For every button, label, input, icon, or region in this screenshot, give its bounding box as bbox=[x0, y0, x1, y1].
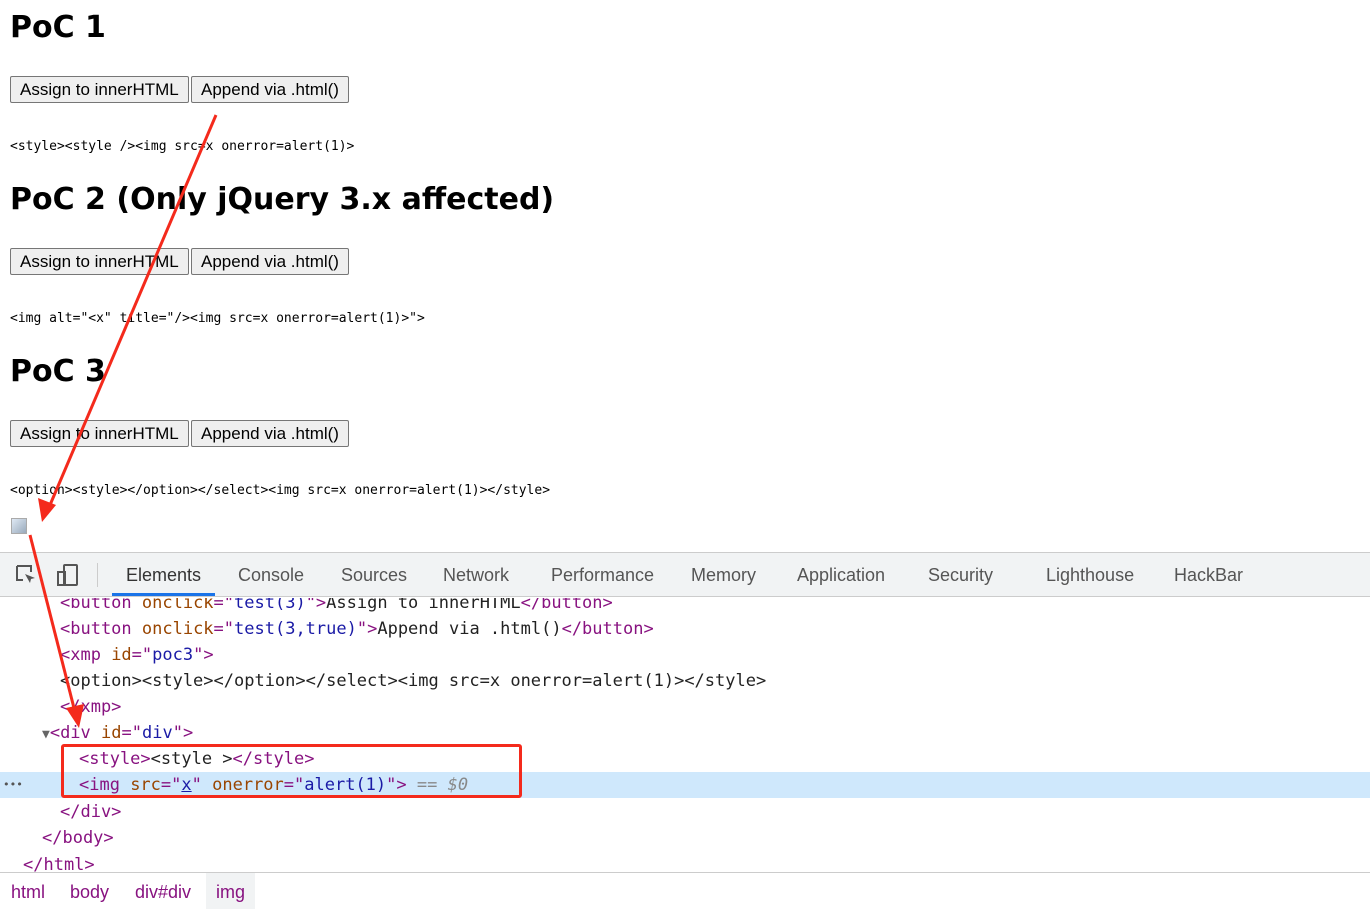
dom-node[interactable]: </xmp> bbox=[0, 694, 1370, 720]
tag: </div> bbox=[60, 802, 122, 822]
breadcrumb-html[interactable]: html bbox=[1, 873, 55, 909]
tag: <xmp bbox=[60, 645, 112, 665]
tab-network[interactable]: Network bbox=[443, 553, 509, 596]
poc3-title: PoC 3 bbox=[10, 354, 106, 389]
tag: </body> bbox=[42, 828, 114, 848]
tab-hackbar[interactable]: HackBar bbox=[1174, 553, 1243, 596]
poc2-payload: <img alt="<x" title="/><img src=x onerro… bbox=[10, 311, 425, 326]
tab-memory[interactable]: Memory bbox=[691, 553, 756, 596]
dom-node[interactable]: <button onclick="test(3,true)">Append vi… bbox=[0, 616, 1370, 642]
attr-name: onclick bbox=[141, 598, 214, 613]
expand-triangle-icon[interactable]: ▼ bbox=[42, 727, 50, 742]
poc1-append-button[interactable]: Append via .html() bbox=[191, 76, 349, 103]
devtools-tab-bar: Elements Console Sources Network Perform… bbox=[0, 553, 1370, 597]
text-node: <option><style></option></select><img sr… bbox=[60, 671, 767, 691]
attr-name: id bbox=[101, 723, 122, 743]
poc1-title: PoC 1 bbox=[10, 10, 106, 45]
breadcrumb-img[interactable]: img bbox=[206, 873, 256, 909]
breadcrumb: html body div#div img bbox=[0, 872, 1370, 909]
inspect-element-icon[interactable] bbox=[14, 563, 38, 587]
tag: </button> bbox=[561, 619, 654, 639]
page-content: PoC 1 Assign to innerHTML Append via .ht… bbox=[0, 0, 1370, 552]
attr-value: test(3) bbox=[234, 598, 306, 613]
poc3-assign-button[interactable]: Assign to innerHTML bbox=[10, 420, 189, 447]
tag: </button> bbox=[520, 598, 613, 613]
dom-node[interactable]: </div> bbox=[0, 799, 1370, 825]
tab-performance[interactable]: Performance bbox=[551, 553, 654, 596]
punct: =" bbox=[121, 723, 142, 743]
tag: <button bbox=[60, 598, 142, 613]
punct: =" bbox=[131, 645, 153, 665]
tab-application[interactable]: Application bbox=[797, 553, 885, 596]
text-node: Append via .html() bbox=[377, 619, 562, 639]
punct: "> bbox=[305, 598, 327, 613]
punct: "> bbox=[356, 619, 378, 639]
tag: </html> bbox=[23, 855, 95, 873]
poc3-payload: <option><style></option></select><img sr… bbox=[10, 483, 551, 498]
dom-tree: <button onclick="test(3)">Assign to inne… bbox=[0, 598, 1370, 873]
dom-node-div[interactable]: ▼<div id="div"> bbox=[0, 720, 1370, 746]
devtools-panel: Elements Console Sources Network Perform… bbox=[0, 552, 1370, 909]
tag: <div bbox=[49, 723, 102, 743]
poc3-append-button[interactable]: Append via .html() bbox=[191, 420, 349, 447]
annotation-highlight-box bbox=[61, 744, 522, 798]
tag: </xmp> bbox=[60, 697, 122, 717]
more-options-icon[interactable]: ••• bbox=[3, 772, 23, 798]
tab-security[interactable]: Security bbox=[928, 553, 993, 596]
attr-name: onclick bbox=[141, 619, 214, 639]
tab-lighthouse[interactable]: Lighthouse bbox=[1046, 553, 1134, 596]
tab-console[interactable]: Console bbox=[238, 553, 304, 596]
punct: =" bbox=[213, 598, 235, 613]
text-node: Assign to innerHTML bbox=[326, 598, 521, 613]
breadcrumb-body[interactable]: body bbox=[60, 873, 119, 909]
punct: "> bbox=[172, 723, 194, 743]
attr-name: id bbox=[111, 645, 132, 665]
tab-elements[interactable]: Elements bbox=[112, 553, 216, 596]
broken-image-icon bbox=[11, 518, 27, 534]
punct: =" bbox=[213, 619, 235, 639]
attr-value: test(3,true) bbox=[234, 619, 357, 639]
poc1-assign-button[interactable]: Assign to innerHTML bbox=[10, 76, 189, 103]
dom-node[interactable]: <xmp id="poc3"> bbox=[0, 642, 1370, 668]
poc1-payload: <style><style /><img src=x onerror=alert… bbox=[10, 139, 355, 154]
dom-text-node[interactable]: <option><style></option></select><img sr… bbox=[0, 668, 1370, 694]
poc2-assign-button[interactable]: Assign to innerHTML bbox=[10, 248, 189, 275]
dom-node[interactable]: <button onclick="test(3)">Assign to inne… bbox=[0, 598, 1370, 616]
device-toolbar-icon[interactable] bbox=[56, 563, 80, 587]
punct: "> bbox=[193, 645, 214, 665]
poc2-append-button[interactable]: Append via .html() bbox=[191, 248, 349, 275]
attr-value: div bbox=[141, 723, 173, 743]
dom-node[interactable]: </body> bbox=[0, 825, 1370, 851]
attr-value: poc3 bbox=[152, 645, 194, 665]
dom-node[interactable]: </html> bbox=[0, 852, 1370, 873]
tag: <button bbox=[60, 619, 142, 639]
tab-sources[interactable]: Sources bbox=[341, 553, 407, 596]
poc2-title: PoC 2 (Only jQuery 3.x affected) bbox=[10, 182, 555, 217]
breadcrumb-div[interactable]: div#div bbox=[125, 873, 201, 909]
divider bbox=[97, 563, 98, 587]
